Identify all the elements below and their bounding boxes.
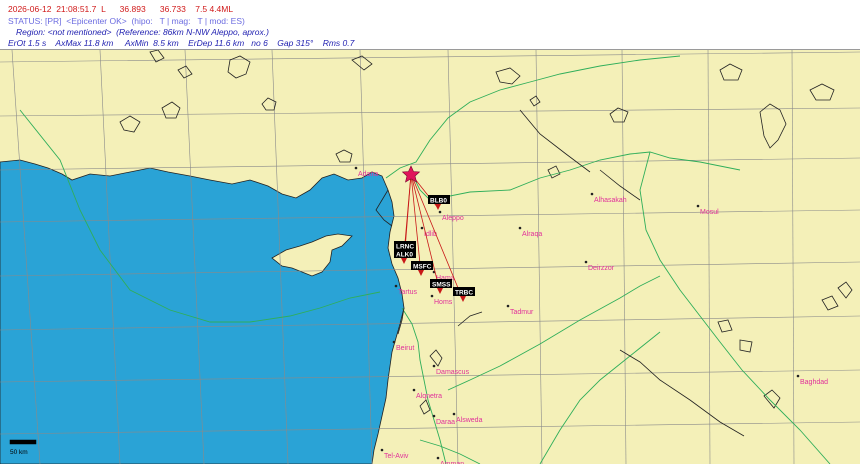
city-label: Damascus — [436, 369, 470, 376]
station-code: SMSS — [432, 282, 451, 289]
city-label: Baghdad — [800, 379, 828, 386]
city-label: Beirut — [396, 345, 414, 352]
event-region-line: Region: <not mentioned> (Reference: 86km… — [16, 27, 269, 37]
city-label: Tadmur — [510, 309, 534, 316]
map-window: 2026-06-12 21:08:51.7 L 36.893 36.733 7.… — [0, 0, 860, 464]
city-label: Tel-Aviv — [384, 453, 409, 460]
city-dot — [380, 448, 384, 452]
city-dot — [696, 204, 700, 208]
city-label: Alsweda — [456, 417, 483, 424]
city-label: Deirzzor — [588, 265, 615, 272]
seismic-map[interactable]: AdanaAleppoIdlib AlraqaAlhasakahMosulDeir… — [0, 50, 860, 464]
city-label: Adana — [358, 171, 378, 178]
station-code: BLB0 — [430, 198, 447, 205]
city-dot — [432, 364, 436, 368]
event-info-panel: 2026-06-12 21:08:51.7 L 36.893 36.733 7.… — [0, 0, 860, 50]
city-label: Homs — [434, 299, 453, 306]
city-label: Tartus — [398, 289, 418, 296]
city-dot — [354, 166, 358, 170]
city-dot — [438, 210, 442, 214]
city-dot — [590, 192, 594, 196]
city-dot — [420, 226, 424, 230]
city-dot — [430, 294, 434, 298]
city-dot — [392, 340, 396, 344]
city-dot — [412, 388, 416, 392]
city-label: Alqnetra — [416, 393, 442, 400]
event-status-line: STATUS: [PR] <Epicenter OK> (hipo: T | m… — [8, 16, 245, 26]
event-errors-line: ErOt 1.5 s AxMax 11.8 km AxMin 8.5 km Er… — [8, 38, 355, 48]
city-dot — [518, 226, 522, 230]
city-dot — [796, 374, 800, 378]
city-dot — [452, 412, 456, 416]
city-label: Aleppo — [442, 215, 464, 222]
station-code: TRBC — [455, 290, 473, 297]
city-dot — [436, 456, 440, 460]
city-dot — [432, 414, 436, 418]
station-code: MSFC — [413, 264, 432, 271]
city-dot — [506, 304, 510, 308]
city-label: Alhasakah — [594, 197, 627, 204]
city-dot — [584, 260, 588, 264]
city-label: Mosul — [700, 209, 719, 216]
event-origin-line: 2026-06-12 21:08:51.7 L 36.893 36.733 7.… — [8, 4, 234, 14]
city-dot — [394, 284, 398, 288]
scale-label: 50 km — [10, 449, 28, 456]
city-label: Daraa — [436, 419, 455, 426]
station-code: ALK0 — [396, 252, 413, 259]
city-label: Alraqa — [522, 231, 542, 238]
